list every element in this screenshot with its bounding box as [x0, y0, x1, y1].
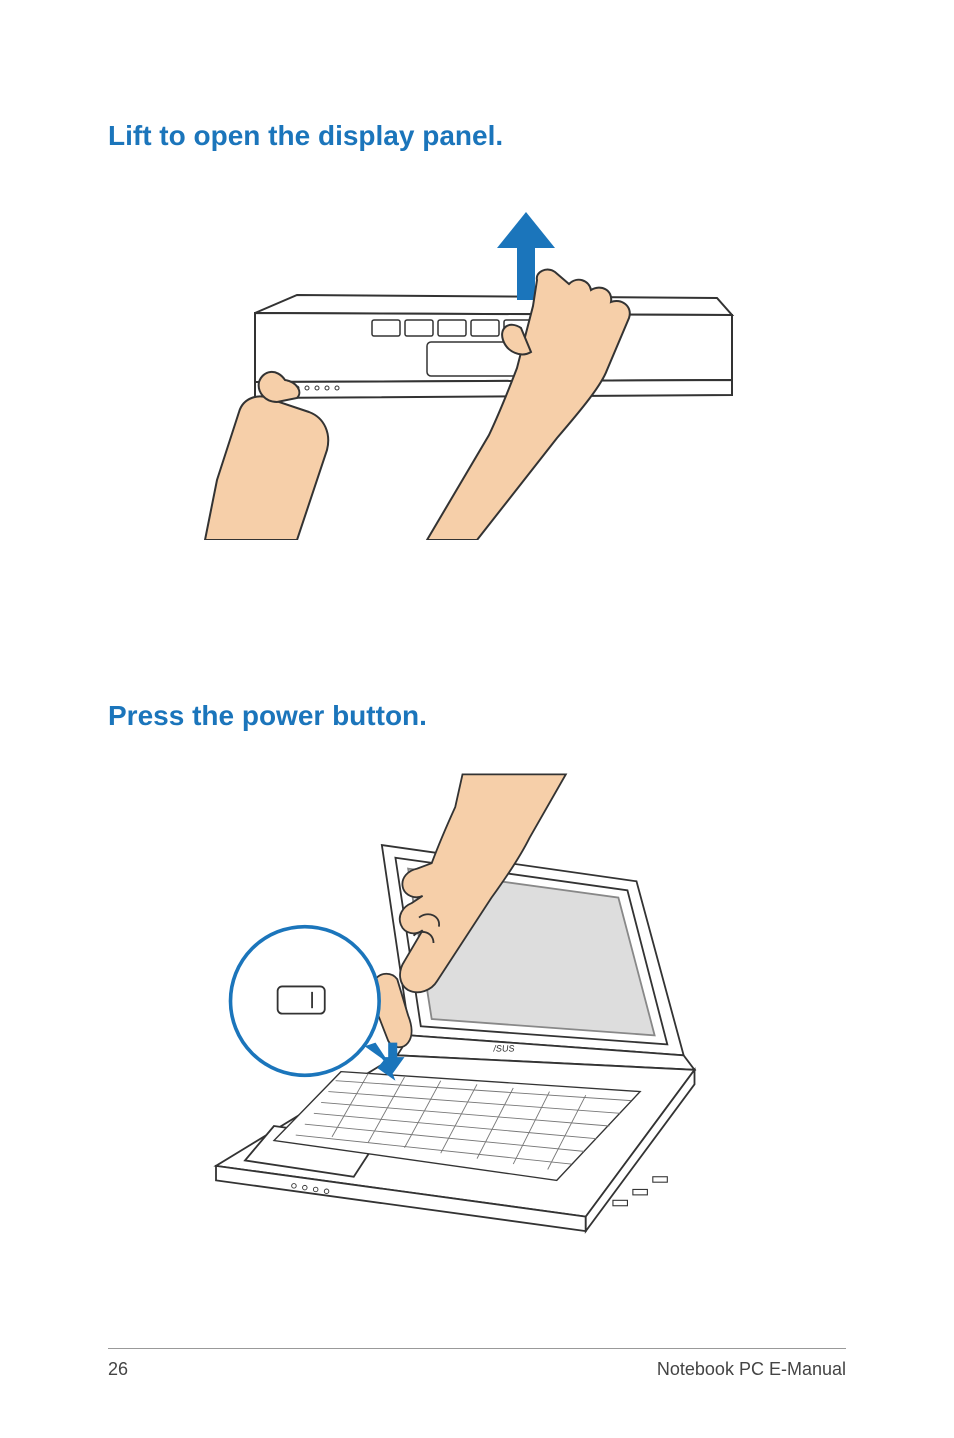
page-footer: 26 Notebook PC E-Manual: [108, 1348, 846, 1380]
brand-logo: /SUS: [493, 1044, 515, 1054]
heading-press-power: Press the power button.: [108, 700, 846, 732]
figure-press-power: /SUS: [108, 760, 846, 1260]
illustration-lift-display: [177, 180, 777, 540]
page-number: 26: [108, 1359, 128, 1380]
section-lift-display: Lift to open the display panel.: [108, 120, 846, 540]
power-button-callout: [231, 927, 396, 1081]
section-press-power: Press the power button.: [108, 700, 846, 1260]
illustration-press-power: /SUS: [187, 760, 767, 1260]
heading-lift-display: Lift to open the display panel.: [108, 120, 846, 152]
manual-title: Notebook PC E-Manual: [657, 1359, 846, 1380]
manual-page: Lift to open the display panel.: [0, 0, 954, 1438]
figure-lift-display: [108, 180, 846, 540]
